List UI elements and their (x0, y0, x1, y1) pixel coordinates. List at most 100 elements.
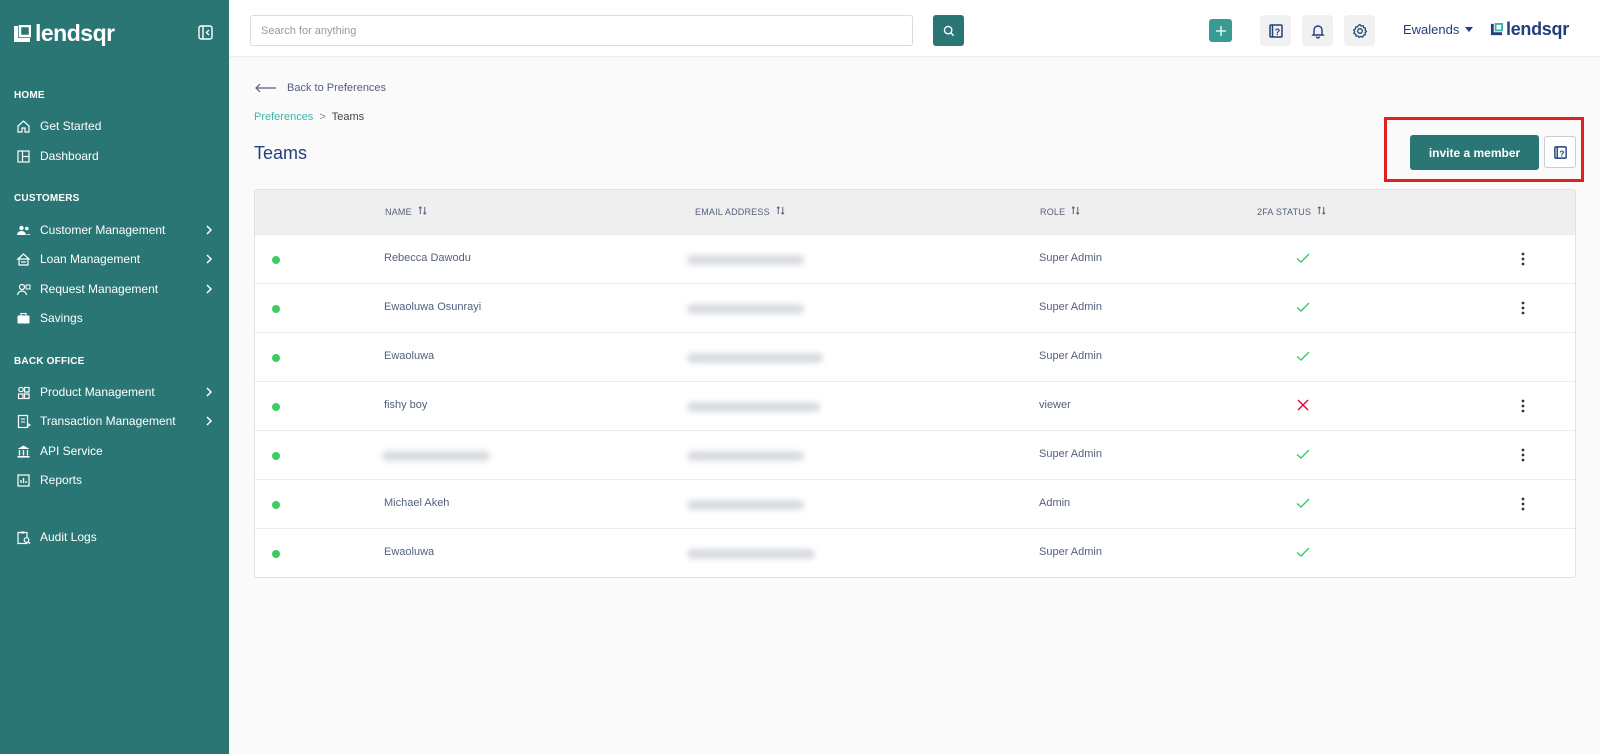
sidebar-item-label: Savings (40, 311, 83, 325)
active-status-dot (272, 305, 280, 313)
chevron-right-icon (206, 284, 213, 294)
lendsqr-logo-icon (14, 24, 31, 42)
audit-icon (17, 531, 31, 544)
sidebar-item-transaction-management[interactable]: Transaction Management (16, 411, 216, 431)
sidebar-item-product-management[interactable]: Product Management (16, 382, 216, 402)
check-icon (1296, 253, 1310, 263)
arrow-left-icon (255, 83, 276, 93)
row-actions-menu[interactable] (1515, 397, 1531, 415)
notifications-button[interactable] (1302, 15, 1333, 46)
request-icon (16, 283, 31, 295)
table-row[interactable]: Super Admin (255, 430, 1575, 479)
sidebar-item-get-started[interactable]: Get Started (16, 116, 216, 136)
breadcrumb-current: Teams (331, 111, 365, 123)
sidebar-item-reports[interactable]: Reports (16, 470, 216, 490)
invite-member-button[interactable]: invite a member (1410, 135, 1539, 170)
sidebar: lendsqr HOME Get Started Dashboard CUSTOMER… (0, 0, 229, 754)
member-role: Super Admin (1039, 350, 1102, 362)
member-name: Ewaoluwa (384, 546, 435, 558)
kebab-icon (1521, 448, 1525, 462)
svg-text:?: ? (1559, 148, 1564, 158)
row-actions-menu[interactable] (1515, 495, 1531, 513)
sidebar-logo[interactable]: lendsqr (13, 20, 115, 47)
chevron-right-icon (206, 387, 213, 397)
topbar: ? Ewalends lendsqr (229, 0, 1600, 57)
sidebar-item-label: Customer Management (40, 223, 166, 237)
home-icon (17, 119, 30, 133)
row-actions-menu[interactable] (1515, 299, 1531, 317)
sidebar-item-label: API Service (40, 444, 103, 458)
add-button[interactable] (1209, 19, 1232, 42)
nav-section-home: HOME (14, 90, 45, 101)
chevron-right-icon (206, 225, 213, 235)
member-name: Ewaoluwa (384, 350, 435, 362)
row-actions-menu[interactable] (1515, 446, 1531, 464)
check-icon (1296, 498, 1310, 508)
row-actions-menu[interactable] (1515, 250, 1531, 268)
bell-icon (1310, 24, 1325, 39)
sidebar-item-customer-management[interactable]: Customer Management (16, 220, 216, 240)
redacted-name (382, 451, 490, 461)
collapse-sidebar-icon[interactable] (198, 25, 213, 40)
help-docs-button[interactable]: ? (1260, 15, 1291, 46)
brand-logo-right: lendsqr (1490, 19, 1569, 40)
breadcrumb-separator: > (319, 111, 326, 123)
header-email[interactable]: EMAIL ADDRESS (695, 206, 785, 217)
table-row[interactable]: Ewaoluwa Osunrayi Super Admin (255, 283, 1575, 332)
member-role: Admin (1039, 497, 1071, 509)
redacted-email (687, 402, 820, 412)
redacted-email (687, 500, 804, 510)
bank-icon (17, 445, 30, 458)
help-book-icon: ? (1268, 23, 1283, 38)
sidebar-item-audit-logs[interactable]: Audit Logs (16, 527, 216, 547)
member-role: viewer (1039, 399, 1071, 411)
lendsqr-logo-icon (1490, 23, 1503, 36)
gear-icon (1352, 23, 1367, 38)
table-row[interactable]: Ewaoluwa Super Admin (255, 528, 1575, 577)
sidebar-item-loan-management[interactable]: Loan Management (16, 249, 216, 269)
nav-section-customers: CUSTOMERS (14, 193, 80, 204)
back-to-preferences-link[interactable]: Back to Preferences (255, 82, 386, 94)
header-role-label: ROLE (1040, 206, 1066, 217)
product-icon (17, 386, 30, 399)
check-icon (1296, 351, 1310, 361)
table-row[interactable]: Michael Akeh Admin (255, 479, 1575, 528)
table-row[interactable]: Ewaoluwa Super Admin (255, 332, 1575, 381)
brand-name: lendsqr (35, 20, 115, 46)
sidebar-item-dashboard[interactable]: Dashboard (16, 146, 216, 166)
sidebar-item-label: Product Management (40, 385, 155, 399)
chevron-right-icon (206, 416, 213, 426)
check-icon (1296, 547, 1310, 557)
header-name[interactable]: NAME (385, 206, 427, 217)
header-2fa[interactable]: 2FA STATUS (1257, 206, 1326, 217)
brand-name-right: lendsqr (1506, 19, 1569, 39)
sidebar-item-request-management[interactable]: Request Management (16, 279, 216, 299)
sidebar-item-api-service[interactable]: API Service (16, 441, 216, 461)
header-name-label: NAME (385, 206, 412, 217)
table-row[interactable]: Rebecca Dawodu Super Admin (255, 234, 1575, 283)
help-button[interactable]: ? (1544, 136, 1576, 168)
help-book-icon: ? (1553, 145, 1567, 159)
table-header: NAME EMAIL ADDRESS ROLE 2FA STATUS (255, 190, 1575, 234)
dashboard-icon (17, 149, 30, 163)
header-role[interactable]: ROLE (1040, 206, 1080, 217)
settings-button[interactable] (1344, 15, 1375, 46)
sort-icon (418, 206, 427, 217)
check-icon (1296, 449, 1310, 459)
search-button[interactable] (933, 15, 964, 46)
header-2fa-label: 2FA STATUS (1257, 206, 1312, 217)
check-icon (1296, 302, 1310, 312)
transaction-icon (17, 414, 31, 428)
active-status-dot (272, 403, 280, 411)
kebab-icon (1521, 252, 1525, 266)
member-name: Ewaoluwa Osunrayi (384, 301, 482, 313)
table-row[interactable]: fishy boy viewer (255, 381, 1575, 430)
redacted-email (687, 549, 815, 559)
kebab-icon (1521, 399, 1525, 413)
sidebar-item-label: Audit Logs (40, 530, 97, 544)
breadcrumb-preferences[interactable]: Preferences (254, 111, 313, 123)
user-menu[interactable]: Ewalends (1403, 22, 1474, 37)
search-input[interactable] (250, 15, 913, 46)
sidebar-item-savings[interactable]: Savings (16, 308, 216, 328)
sort-icon (1317, 206, 1326, 217)
